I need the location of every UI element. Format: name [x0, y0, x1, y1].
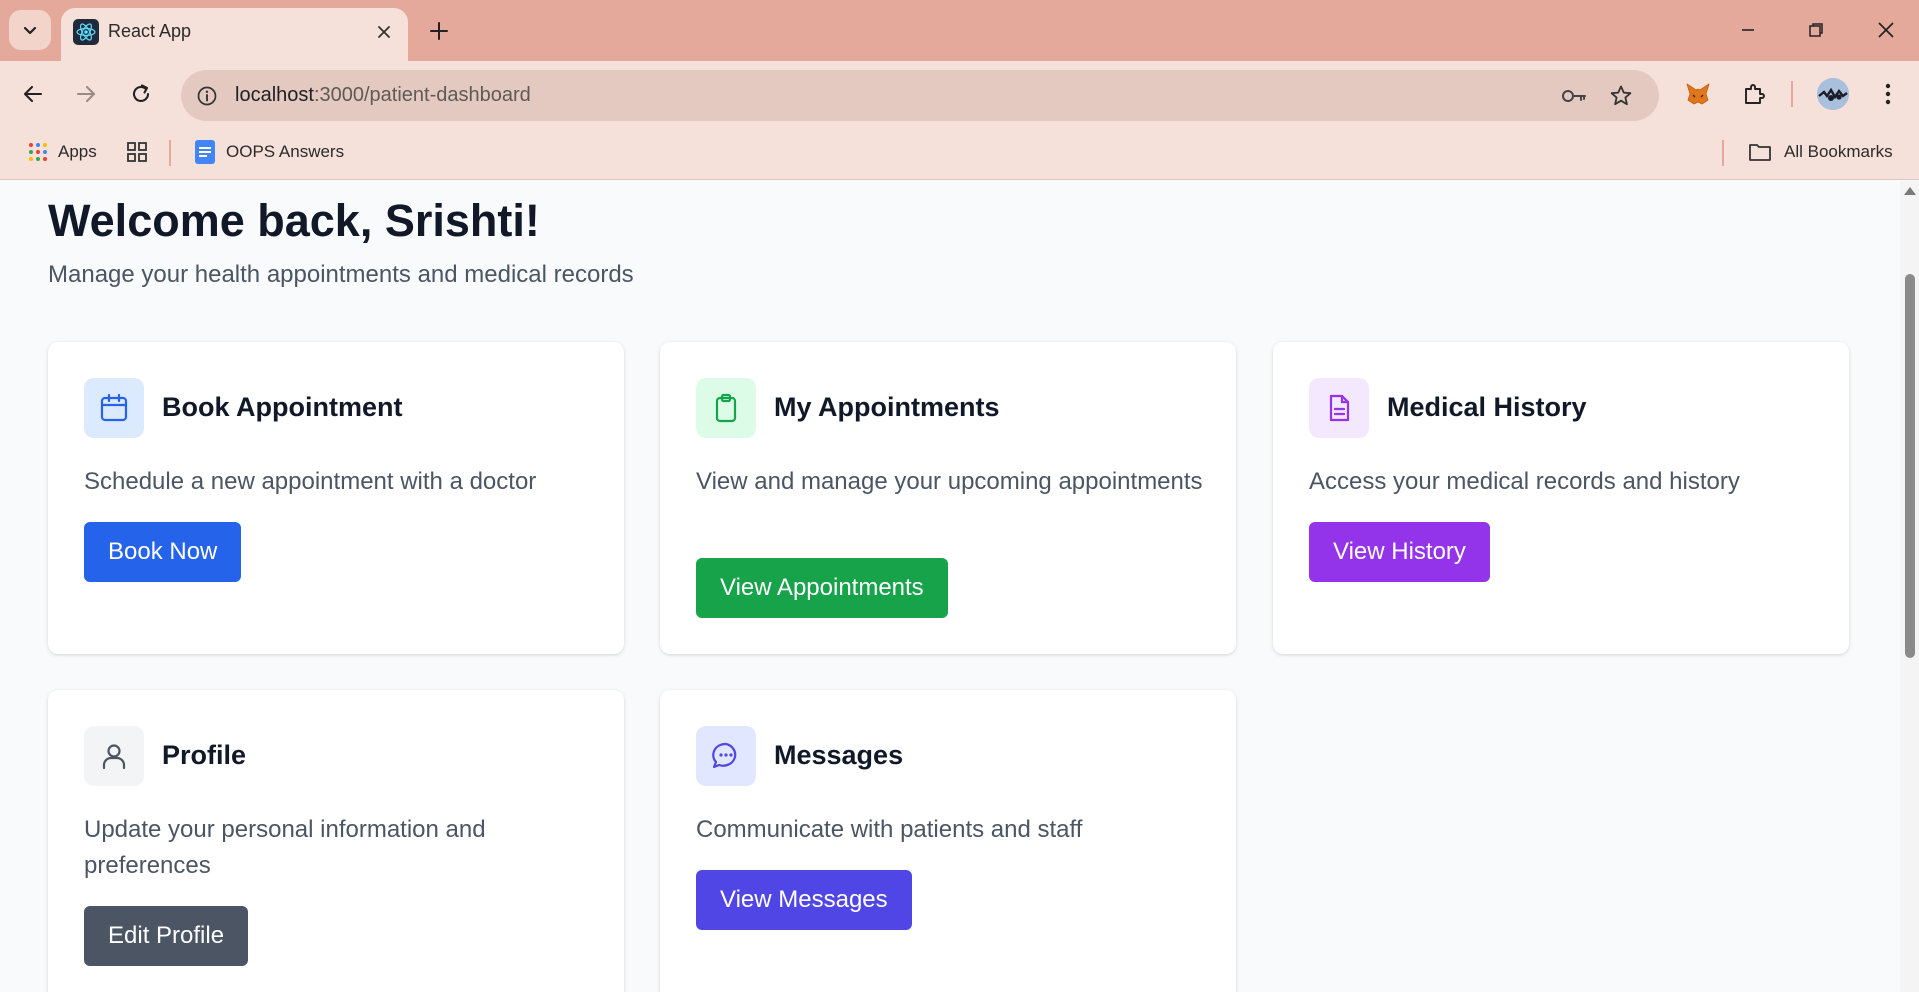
kebab-menu-icon[interactable] — [1871, 77, 1905, 111]
bookmark-oops-answers-label: OOPS Answers — [226, 142, 345, 161]
restore-window-icon[interactable] — [1793, 13, 1839, 47]
url-host: localhost — [235, 84, 314, 106]
book-appointment-card: Book Appointment Schedule a new appointm… — [48, 342, 624, 654]
chevron-down-icon — [23, 26, 37, 35]
all-bookmarks-label: All Bookmarks — [1784, 142, 1893, 161]
url-text: localhost:3000/patient-dashboard — [235, 84, 531, 107]
bookmark-apps[interactable]: Apps — [28, 138, 97, 166]
apps-grid-icon — [29, 143, 47, 161]
bookmark-oops-answers[interactable]: OOPS Answers — [194, 138, 344, 166]
card-title: Messages — [774, 740, 904, 770]
address-bar[interactable]: localhost:3000/patient-dashboard — [181, 70, 1659, 121]
url-path: :3000/patient-dashboard — [313, 84, 531, 106]
messages-card: Messages Communicate with patients and s… — [660, 690, 1236, 992]
edit-profile-button[interactable]: Edit Profile — [84, 906, 249, 966]
card-description: Schedule a new appointment with a doctor — [84, 468, 537, 495]
medical-history-card: Medical History Access your medical reco… — [1273, 342, 1849, 654]
bookmarks-divider-right — [1722, 140, 1724, 166]
toolbar-divider — [1791, 81, 1793, 107]
page-scrollbar[interactable] — [1900, 181, 1919, 992]
password-key-icon[interactable] — [1560, 82, 1588, 110]
book-now-button[interactable]: Book Now — [84, 522, 242, 582]
google-docs-icon — [195, 140, 215, 164]
clipboard-icon — [696, 378, 756, 438]
bookmark-star-icon[interactable] — [1607, 82, 1635, 110]
react-logo-icon — [73, 19, 99, 45]
profile-avatar[interactable] — [1817, 78, 1849, 110]
metamask-fox-icon[interactable] — [1681, 77, 1715, 111]
view-history-button[interactable]: View History — [1309, 522, 1490, 582]
browser-toolbar: localhost:3000/patient-dashboard — [0, 61, 1919, 126]
minimize-window-icon[interactable] — [1725, 13, 1771, 47]
page-subtitle: Manage your health appointments and medi… — [48, 261, 634, 288]
bookmarks-bar: Apps OOPS Answers All Bookmarks — [0, 126, 1919, 180]
document-icon — [1309, 378, 1369, 438]
tab-search-button[interactable] — [9, 10, 51, 50]
new-tab-plus-icon[interactable] — [425, 17, 453, 45]
card-description: Communicate with patients and staff — [696, 816, 1083, 843]
card-title: Medical History — [1387, 392, 1587, 422]
close-window-icon[interactable] — [1863, 13, 1909, 47]
my-appointments-card: My Appointments View and manage your upc… — [660, 342, 1236, 654]
bookmarks-divider — [169, 140, 171, 166]
tab-title: React App — [108, 21, 192, 41]
bookmark-apps-label: Apps — [58, 142, 97, 161]
close-tab-icon[interactable] — [372, 20, 396, 44]
chat-icon — [696, 726, 756, 786]
page-title: Welcome back, Srishti! — [48, 195, 540, 246]
view-appointments-button[interactable]: View Appointments — [696, 558, 948, 618]
extensions-puzzle-icon[interactable] — [1737, 77, 1771, 111]
calendar-icon — [84, 378, 144, 438]
all-bookmarks-button[interactable]: All Bookmarks — [1748, 138, 1893, 166]
folder-icon — [1749, 144, 1771, 161]
patient-dashboard: Welcome back, Srishti! Manage your healt… — [0, 181, 1900, 992]
card-title: Book Appointment — [162, 392, 403, 422]
view-messages-button[interactable]: View Messages — [696, 870, 912, 930]
card-title: My Appointments — [774, 392, 1000, 422]
scroll-up-arrow-icon[interactable] — [1904, 187, 1916, 195]
user-icon — [84, 726, 144, 786]
reload-icon[interactable] — [124, 77, 158, 111]
scrollbar-thumb[interactable] — [1905, 274, 1915, 658]
forward-arrow-icon[interactable] — [69, 77, 103, 111]
profile-card: Profile Update your personal information… — [48, 690, 624, 992]
browser-tab[interactable]: React App — [61, 8, 408, 61]
tab-groups-button[interactable] — [126, 138, 148, 166]
back-arrow-icon[interactable] — [16, 77, 50, 111]
tab-groups-icon — [127, 142, 147, 162]
card-description: Update your personal information and pre… — [84, 816, 486, 879]
card-title: Profile — [162, 740, 247, 770]
browser-tab-strip: React App — [0, 0, 1919, 61]
card-description: Access your medical records and history — [1309, 468, 1740, 495]
site-info-icon[interactable] — [194, 83, 220, 109]
card-description: View and manage your upcoming appointmen… — [696, 468, 1203, 495]
